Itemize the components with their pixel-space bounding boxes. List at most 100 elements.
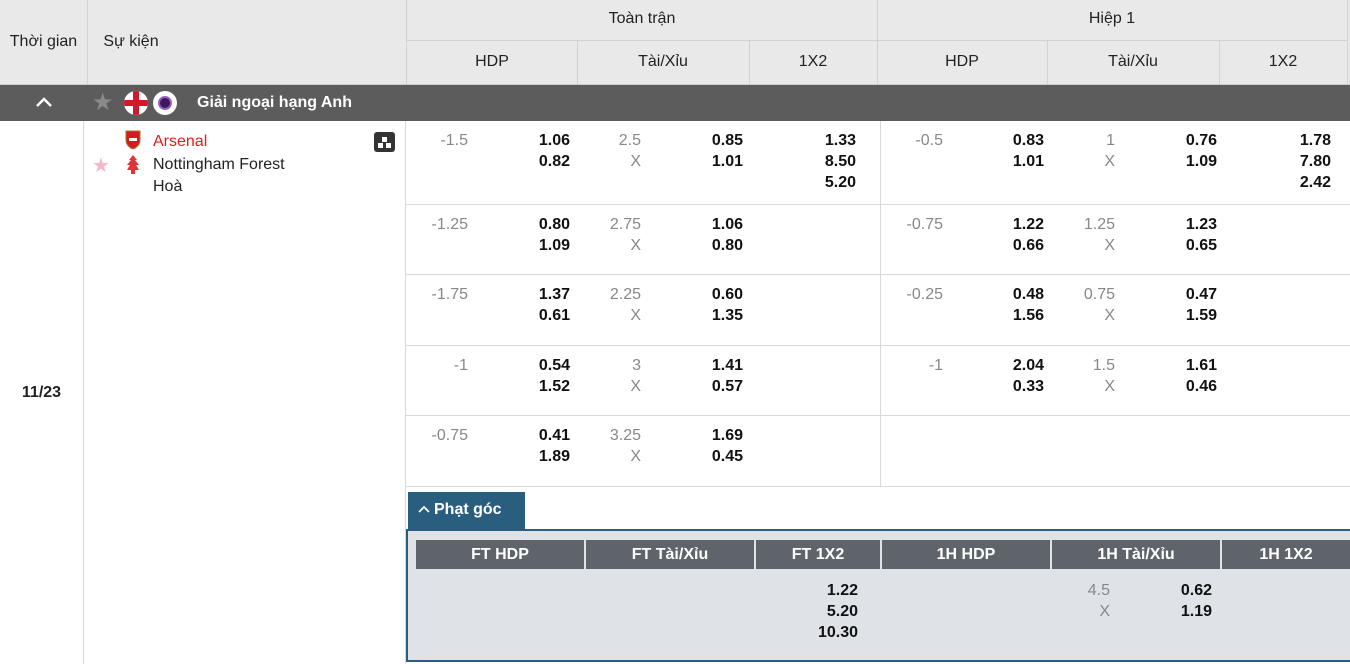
ft-hdp-home-odds[interactable]: 0.41 (510, 427, 570, 445)
h1-over-odds[interactable]: 1.61 (1157, 357, 1217, 375)
ft-over-odds[interactable]: 0.60 (683, 286, 743, 304)
ft-over-odds[interactable]: 1.41 (683, 357, 743, 375)
h1-hdp-line: -0.25 (906, 286, 943, 303)
corner-ft-ou-header: FT Tài/Xỉu (586, 540, 754, 569)
corner-h1-1x2-header: 1H 1X2 (1222, 540, 1350, 569)
h1-hdp-home-odds[interactable]: 1.22 (984, 216, 1044, 234)
h1-ou-line: 1.5 (1092, 357, 1115, 374)
ft-hdp-line: -1.75 (431, 286, 468, 303)
ft-1x2-draw-odds[interactable]: 5.20 (796, 174, 856, 192)
h1-hdp-away-odds[interactable]: 0.33 (984, 378, 1044, 396)
ft-hdp-away-odds[interactable]: 1.89 (510, 448, 570, 466)
odds-row: -1.75 1.37 0.61 2.25 X 0.60 1.35 -0.25 0… (406, 275, 1350, 346)
h1-ou-line: 1 (1106, 132, 1115, 149)
ft-under-odds[interactable]: 0.57 (683, 378, 743, 396)
ft-hdp-away-odds[interactable]: 0.61 (510, 307, 570, 325)
ft-over-odds[interactable]: 0.85 (683, 132, 743, 150)
h1-hdp-line: -1 (928, 357, 943, 374)
h1-over-odds[interactable]: 0.47 (1157, 286, 1217, 304)
corners-tab[interactable]: Phạt góc (408, 492, 525, 529)
corner-ft-1x2-away-odds[interactable]: 5.20 (798, 603, 858, 621)
ft-under-odds[interactable]: 1.01 (683, 153, 743, 171)
odds-row: -0.75 0.41 1.89 3.25 X 1.69 0.45 (406, 416, 1350, 487)
league-bar: ★ Giải ngoại hạng Anh (0, 85, 1350, 121)
h1-hdp-home-odds[interactable]: 0.48 (984, 286, 1044, 304)
odds-table-header: Thời gian Sự kiện Toàn trận Hiệp 1 HDP T… (0, 0, 1350, 85)
h1-under-odds[interactable]: 1.09 (1157, 153, 1217, 171)
ft-ou-x: X (630, 448, 641, 465)
ft-hdp-line: -0.75 (431, 427, 468, 444)
odds-row: -1.25 0.80 1.09 2.75 X 1.06 0.80 -0.75 1… (406, 205, 1350, 275)
england-flag-icon (124, 91, 148, 115)
corner-h1-ou-x: X (1099, 603, 1110, 620)
league-name[interactable]: Giải ngoại hạng Anh (197, 85, 352, 121)
away-team-name[interactable]: Nottingham Forest (153, 156, 285, 174)
event-column-header: Sự kiện (103, 33, 159, 50)
ft-hdp-home-odds[interactable]: 1.37 (510, 286, 570, 304)
corner-ft-hdp-header: FT HDP (416, 540, 584, 569)
ft-over-under-header: Tài/Xỉu (638, 53, 688, 70)
h1-under-odds[interactable]: 0.65 (1157, 237, 1217, 255)
h1-hdp-home-odds[interactable]: 0.83 (984, 132, 1044, 150)
ft-1x2-header: 1X2 (798, 53, 828, 70)
corner-h1-hdp-header: 1H HDP (882, 540, 1050, 569)
corner-h1-under-odds[interactable]: 1.19 (1152, 603, 1212, 621)
ft-under-odds[interactable]: 0.80 (683, 237, 743, 255)
ft-ou-line: 2.5 (618, 132, 641, 149)
h1-ou-x: X (1104, 237, 1115, 254)
h1-1x2-away-odds[interactable]: 7.80 (1271, 153, 1331, 171)
corner-h1-over-odds[interactable]: 0.62 (1152, 582, 1212, 600)
time-column-header: Thời gian (9, 33, 78, 50)
h1-under-odds[interactable]: 0.46 (1157, 378, 1217, 396)
h1-ou-line: 1.25 (1083, 216, 1115, 233)
ft-hdp-home-odds[interactable]: 0.54 (510, 357, 570, 375)
draw-label: Hoà (153, 178, 183, 195)
ft-1x2-home-odds[interactable]: 1.33 (796, 132, 856, 150)
h1-1x2-home-odds[interactable]: 1.78 (1271, 132, 1331, 150)
first-half-header: Hiệp 1 (1088, 10, 1136, 27)
corner-h1-ou-line: 4.5 (1087, 582, 1110, 599)
h1-hdp-header: HDP (945, 53, 979, 70)
ft-hdp-home-odds[interactable]: 1.06 (510, 132, 570, 150)
favorite-star-icon[interactable]: ★ (92, 90, 114, 116)
ft-ou-x: X (630, 237, 641, 254)
h1-over-odds[interactable]: 0.76 (1157, 132, 1217, 150)
ft-hdp-home-odds[interactable]: 0.80 (510, 216, 570, 234)
premier-league-logo-icon (153, 91, 177, 115)
h1-hdp-away-odds[interactable]: 0.66 (984, 237, 1044, 255)
h1-over-odds[interactable]: 1.23 (1157, 216, 1217, 234)
favorite-star-icon[interactable]: ★ (92, 153, 110, 178)
h1-hdp-line: -0.75 (906, 216, 943, 233)
h1-hdp-line: -0.5 (915, 132, 943, 149)
ft-1x2-away-odds[interactable]: 8.50 (796, 153, 856, 171)
chevron-up-icon[interactable] (30, 92, 58, 114)
corner-ft-1x2-draw-odds[interactable]: 10.30 (798, 624, 858, 642)
ft-over-odds[interactable]: 1.06 (683, 216, 743, 234)
home-team-name[interactable]: Arsenal (153, 133, 207, 151)
ft-ou-line: 2.75 (609, 216, 641, 233)
ft-ou-line: 3.25 (609, 427, 641, 444)
h1-over-under-header: Tài/Xỉu (1108, 53, 1158, 70)
corner-ft-1x2-home-odds[interactable]: 1.22 (798, 582, 858, 600)
ft-under-odds[interactable]: 1.35 (683, 307, 743, 325)
ft-ou-x: X (630, 378, 641, 395)
h1-hdp-home-odds[interactable]: 2.04 (984, 357, 1044, 375)
half-divider (880, 121, 881, 487)
ft-hdp-line: -1.25 (431, 216, 468, 233)
ft-under-odds[interactable]: 0.45 (683, 448, 743, 466)
h1-hdp-away-odds[interactable]: 1.01 (984, 153, 1044, 171)
h1-1x2-draw-odds[interactable]: 2.42 (1271, 174, 1331, 192)
stats-icon[interactable] (374, 132, 395, 152)
ft-hdp-line: -1.5 (440, 132, 468, 149)
h1-hdp-away-odds[interactable]: 1.56 (984, 307, 1044, 325)
ft-hdp-away-odds[interactable]: 0.82 (510, 153, 570, 171)
ft-hdp-line: -1 (453, 357, 468, 374)
h1-ou-x: X (1104, 307, 1115, 324)
ft-ou-line: 3 (632, 357, 641, 374)
full-match-header: Toàn trận (608, 10, 676, 27)
ft-hdp-away-odds[interactable]: 1.52 (510, 378, 570, 396)
ft-over-odds[interactable]: 1.69 (683, 427, 743, 445)
ft-hdp-away-odds[interactable]: 1.09 (510, 237, 570, 255)
corner-ft-1x2-header: FT 1X2 (756, 540, 880, 569)
h1-under-odds[interactable]: 1.59 (1157, 307, 1217, 325)
